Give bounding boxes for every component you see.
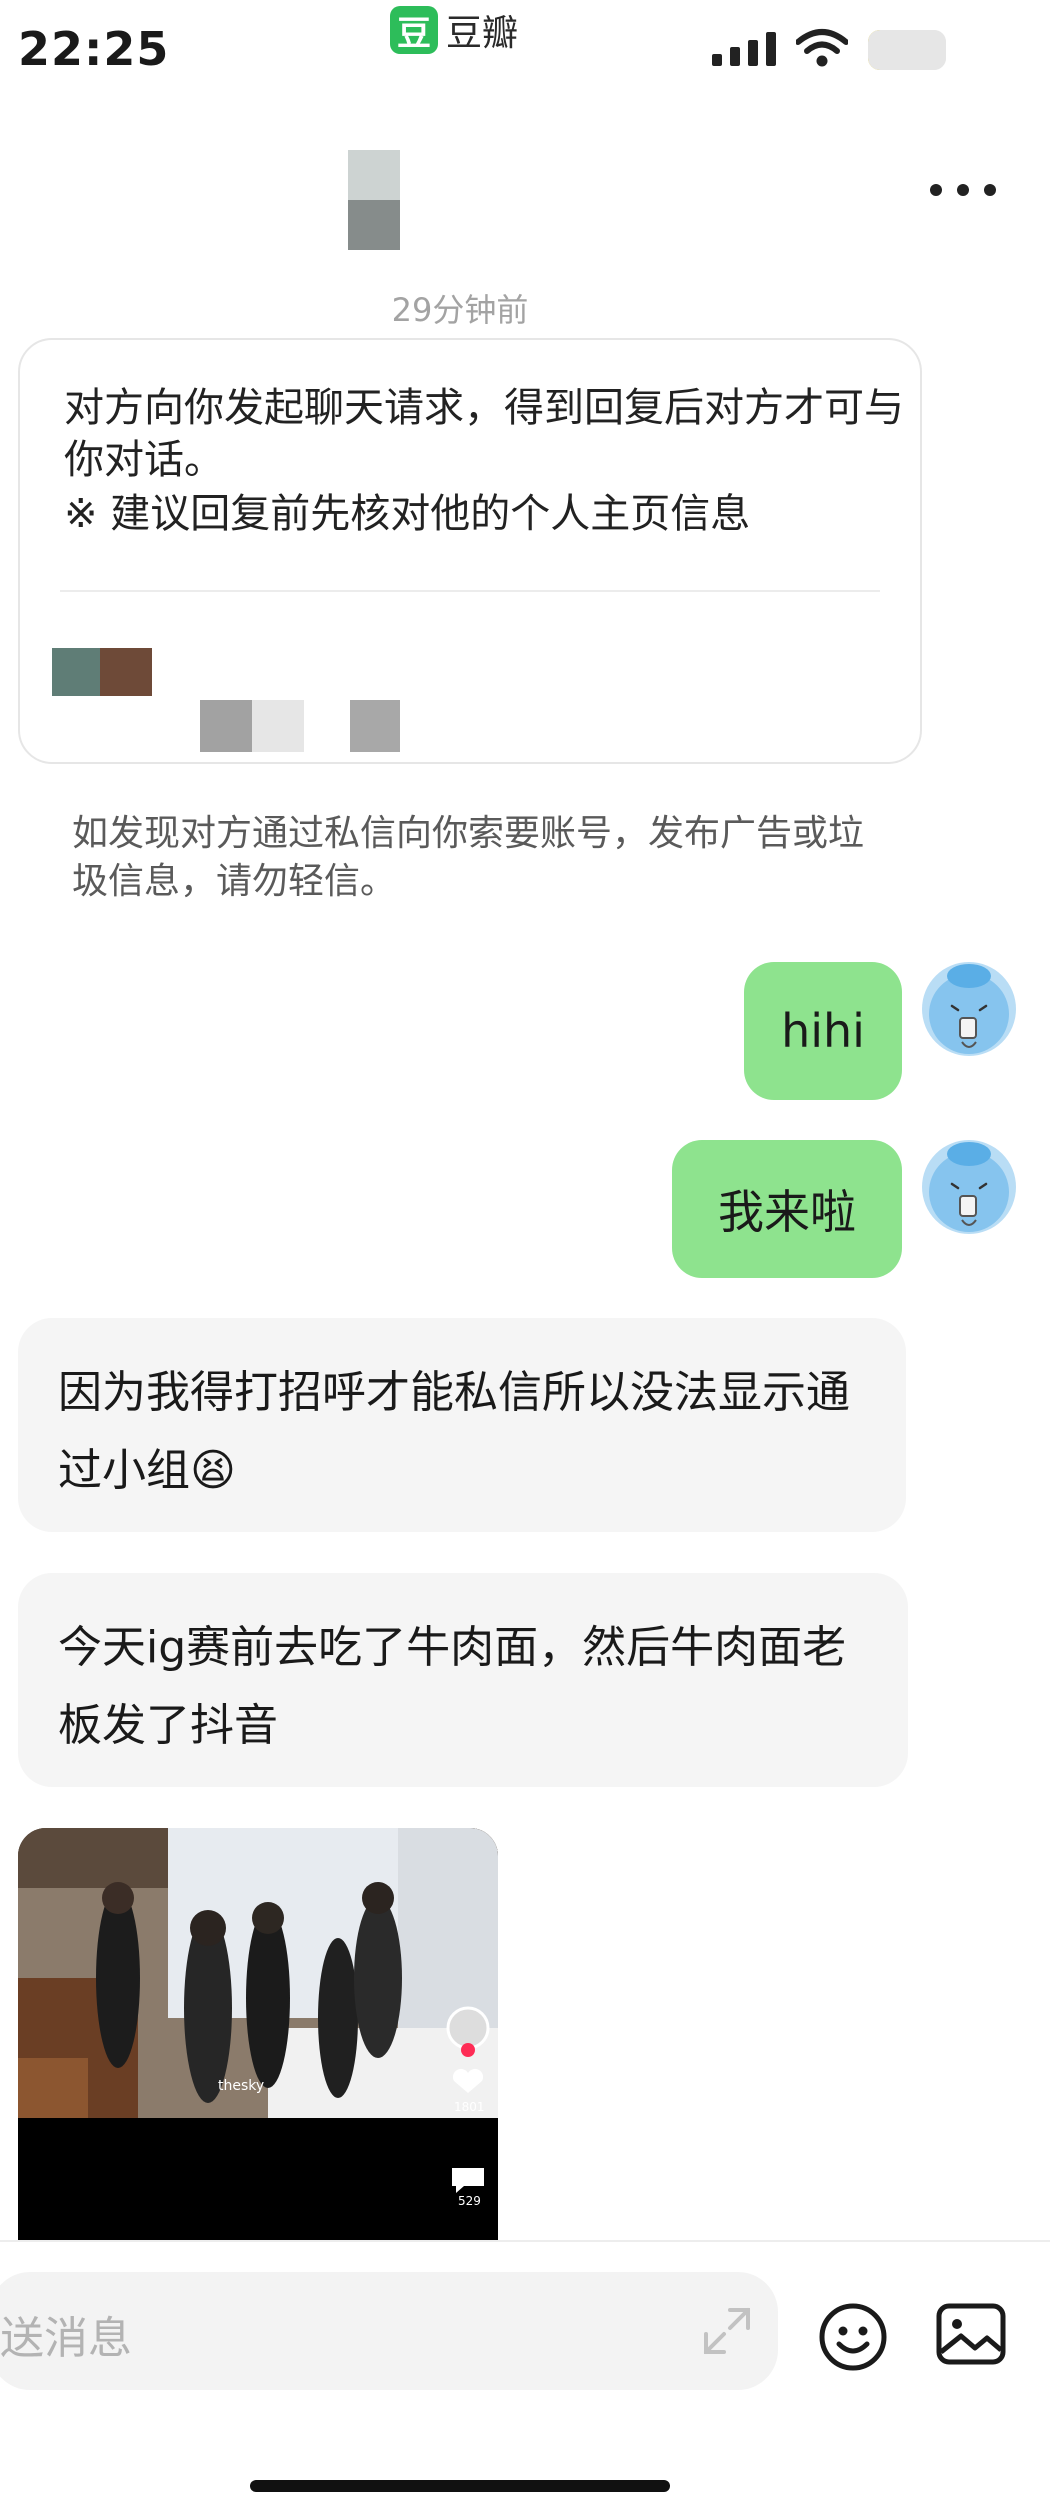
video-comment-count: 529 <box>458 2194 481 2208</box>
peer-avatar[interactable] <box>348 150 400 250</box>
my-avatar[interactable] <box>922 1140 1016 1234</box>
message-bubble-outgoing[interactable]: 我来啦 <box>672 1140 902 1278</box>
profile-preview-pixel[interactable] <box>52 648 100 696</box>
safety-warning: 如发现对方通过私信向你索要账号，发布广告或垃圾信息，请勿轻信。 <box>72 813 865 902</box>
message-timestamp: 29分钟前 <box>391 291 529 329</box>
message-bubble-outgoing[interactable]: hihi <box>744 962 902 1100</box>
profile-preview-pixel <box>350 700 400 752</box>
video-message[interactable]: 1801 529 thesky <box>18 1828 498 2240</box>
blue-character-avatar-icon <box>922 1140 1016 1234</box>
divider <box>60 590 880 592</box>
signal-bars-icon <box>712 32 776 66</box>
expand-icon[interactable] <box>700 2304 754 2358</box>
profile-preview-pixel <box>100 648 152 696</box>
status-time: 22:25 <box>18 22 170 76</box>
video-like-count: 1801 <box>454 2100 485 2114</box>
image-icon[interactable] <box>935 2302 1007 2366</box>
my-avatar[interactable] <box>922 962 1016 1056</box>
more-options-button[interactable] <box>930 175 996 205</box>
chat-request-note: ※ 建议回复前先核对他的个人主页信息 <box>64 491 751 537</box>
chat-request-text: 对方向你发起聊天请求，得到回复后对方才可与你对话。 <box>64 385 904 483</box>
message-input[interactable]: 送消息 <box>0 2272 778 2390</box>
input-bar-divider <box>0 2240 1050 2242</box>
blue-character-avatar-icon <box>922 962 1016 1056</box>
home-indicator[interactable] <box>250 2480 670 2492</box>
message-input-placeholder: 送消息 <box>0 2313 132 2364</box>
emoji-icon[interactable] <box>818 2302 888 2372</box>
chat-request-card: 对方向你发起聊天请求，得到回复后对方才可与你对话。 ※ 建议回复前先核对他的个人… <box>18 338 922 764</box>
app-indicator[interactable]: 豆 豆瓣 <box>390 4 518 56</box>
profile-preview-pixel <box>200 700 252 752</box>
video-watermark: thesky <box>218 2078 265 2094</box>
app-name: 豆瓣 <box>446 13 519 54</box>
douban-logo-icon: 豆 <box>390 6 438 54</box>
message-bubble-incoming[interactable]: 因为我得打招呼才能私信所以没法显示通过小组😫 <box>18 1318 906 1532</box>
more-dots-icon <box>930 184 942 196</box>
message-bubble-incoming[interactable]: 今天ig赛前去吃了牛肉面，然后牛肉面老板发了抖音 <box>18 1573 908 1787</box>
profile-preview-pixel <box>252 700 304 752</box>
video-thumbnail <box>18 1828 498 2240</box>
battery-tip <box>868 30 946 70</box>
wifi-icon <box>796 29 848 67</box>
